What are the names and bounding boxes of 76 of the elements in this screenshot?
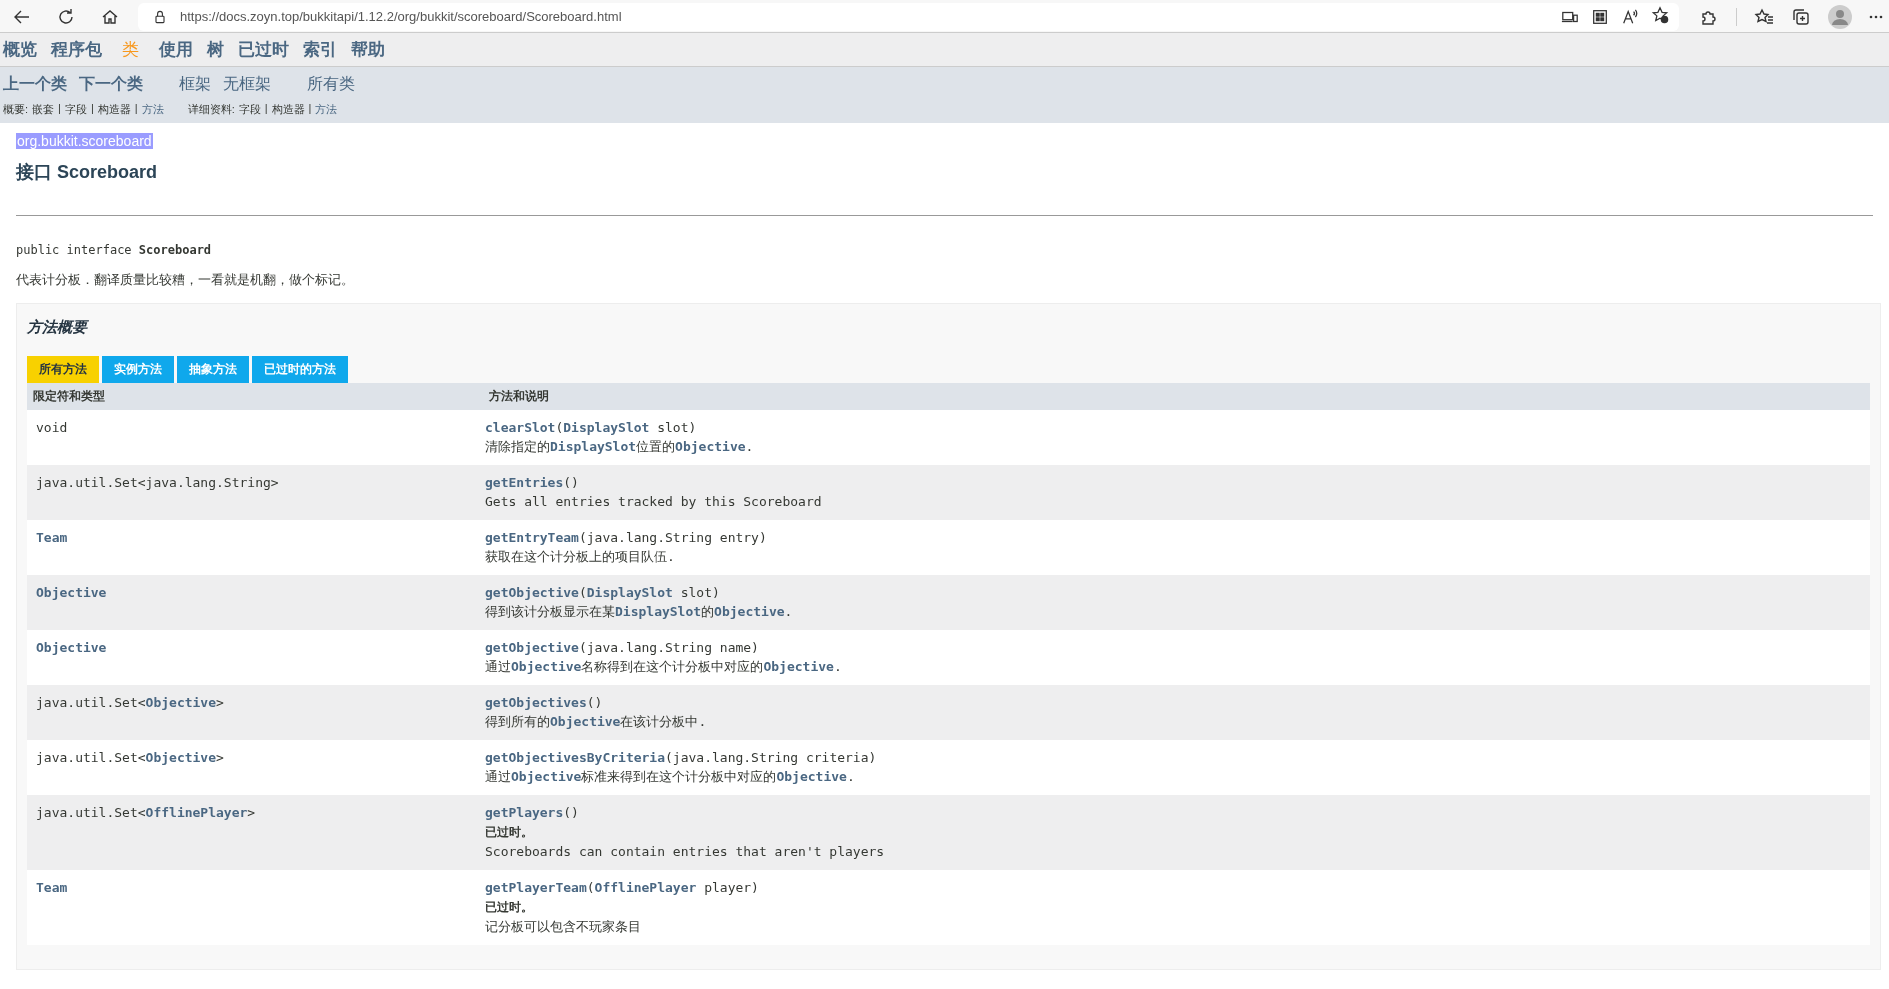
filter-tab[interactable]: 抽象方法	[177, 356, 249, 383]
method-signature[interactable]: getObjectives()	[485, 693, 1870, 712]
section-link[interactable]: 方法	[141, 101, 164, 117]
section-label: 构造器	[97, 101, 131, 117]
method-description: 得到该计分板显示在某DisplaySlot的Objective.	[485, 603, 794, 621]
deprecated-label: 已过时。	[485, 899, 534, 916]
nav-link[interactable]: 已过时	[238, 38, 289, 61]
page-title: 接口 Scoreboard	[16, 161, 159, 184]
method-description: 获取在这个计分板上的项目队伍.	[485, 548, 676, 566]
section-link[interactable]: 方法	[315, 101, 338, 117]
class-description: 代表计分板．翻译质量比较糟，一看就是机翻，做个标记。	[16, 271, 355, 289]
nav-link[interactable]: 程序包	[51, 38, 102, 61]
deprecated-label: 已过时。	[485, 824, 534, 841]
section-label: 字段	[64, 101, 87, 117]
column-header: 方法和说明	[488, 388, 550, 405]
nav-link[interactable]: 帮助	[351, 38, 385, 61]
section-label: 字段	[238, 101, 261, 117]
separator-text: |	[308, 101, 312, 116]
column-header: 限定符和类型	[32, 388, 106, 405]
return-type: java.util.Set<Objective>	[36, 695, 224, 710]
nav-link[interactable]: 下一个类	[79, 73, 143, 95]
summary-label: 概要:	[3, 101, 29, 117]
return-type[interactable]: Team	[36, 530, 68, 545]
more-icon[interactable]	[1869, 13, 1883, 20]
read-aloud-icon[interactable]	[1621, 7, 1639, 26]
method-signature[interactable]: getObjectivesByCriteria(java.lang.String criteria)	[485, 748, 1870, 767]
favorites-icon[interactable]	[1754, 6, 1774, 27]
method-description: Scoreboards can contain entries that aren't players	[485, 843, 886, 861]
class-signature: public interface Scoreboard	[16, 243, 213, 257]
return-type[interactable]: Objective	[36, 585, 107, 600]
filter-tab[interactable]: 实例方法	[102, 356, 174, 383]
method-description: 清除指定的DisplaySlot位置的Objective.	[485, 438, 755, 456]
filter-tab[interactable]: 已过时的方法	[252, 356, 348, 383]
method-description: 得到所有的Objective在该计分板中.	[485, 713, 708, 731]
collections-icon[interactable]	[1791, 6, 1811, 27]
section-label: 构造器	[271, 101, 305, 117]
profile-avatar[interactable]	[1828, 4, 1852, 29]
return-type[interactable]: Team	[36, 880, 68, 895]
method-signature[interactable]: getPlayerTeam(OfflinePlayer player)	[485, 878, 1870, 897]
return-type: java.util.Set<OfflinePlayer>	[36, 805, 256, 820]
separator-text: |	[134, 101, 138, 116]
summary-label: 详细资料:	[187, 101, 235, 117]
method-signature[interactable]: getEntryTeam(java.lang.String entry)	[485, 528, 1870, 547]
apps-icon[interactable]	[1591, 7, 1609, 26]
method-signature[interactable]: getObjective(DisplaySlot slot)	[485, 583, 1870, 602]
nav-link[interactable]: 框架	[179, 73, 211, 95]
all-classes-link[interactable]: 所有类	[307, 73, 355, 95]
method-signature[interactable]: getEntries()	[485, 473, 1870, 492]
method-signature[interactable]: getPlayers()	[485, 803, 1870, 822]
return-type: java.util.Set<java.lang.String>	[36, 475, 279, 490]
nav-link[interactable]: 无框架	[223, 73, 271, 95]
method-description: 通过Objective名称得到在这个计分板中对应的Objective.	[485, 658, 843, 676]
address-bar[interactable]: https://docs.zoyn.top/bukkitapi/1.12.2/org/bukkit/scoreboard/Scoreboard.html	[138, 2, 1679, 31]
separator-text: |	[90, 101, 94, 116]
nav-link[interactable]: 概览	[3, 38, 37, 61]
refresh-icon[interactable]	[56, 6, 76, 27]
return-type[interactable]: Objective	[36, 640, 107, 655]
lock-icon[interactable]	[152, 8, 168, 25]
method-description: 通过Objective标准来得到在这个计分板中对应的Objective.	[485, 768, 856, 786]
return-type: void	[36, 420, 68, 435]
filter-tab[interactable]: 所有方法	[27, 356, 99, 383]
method-description: Gets all entries tracked by this Scoreboard	[485, 493, 823, 511]
nav-link[interactable]: 上一个类	[3, 73, 67, 95]
method-description: 记分板可以包含不玩家条目	[485, 918, 642, 936]
section-label: 嵌套	[32, 101, 55, 117]
section-heading: 方法概要	[27, 318, 90, 337]
return-type: java.util.Set<Objective>	[36, 750, 224, 765]
nav-link[interactable]: 树	[207, 38, 224, 61]
method-signature[interactable]: clearSlot(DisplaySlot slot)	[485, 418, 1870, 437]
method-signature[interactable]: getObjective(java.lang.String name)	[485, 638, 1870, 657]
nav-link[interactable]: 索引	[303, 38, 337, 61]
separator-text: |	[264, 101, 268, 116]
url-text: https://docs.zoyn.top/bukkitapi/1.12.2/org/bukkit/scoreboard/Scoreboard.html	[180, 9, 622, 24]
separator-text: |	[58, 101, 61, 116]
favorite-add-icon[interactable]	[1651, 5, 1669, 24]
nav-link[interactable]: 使用	[159, 38, 193, 61]
